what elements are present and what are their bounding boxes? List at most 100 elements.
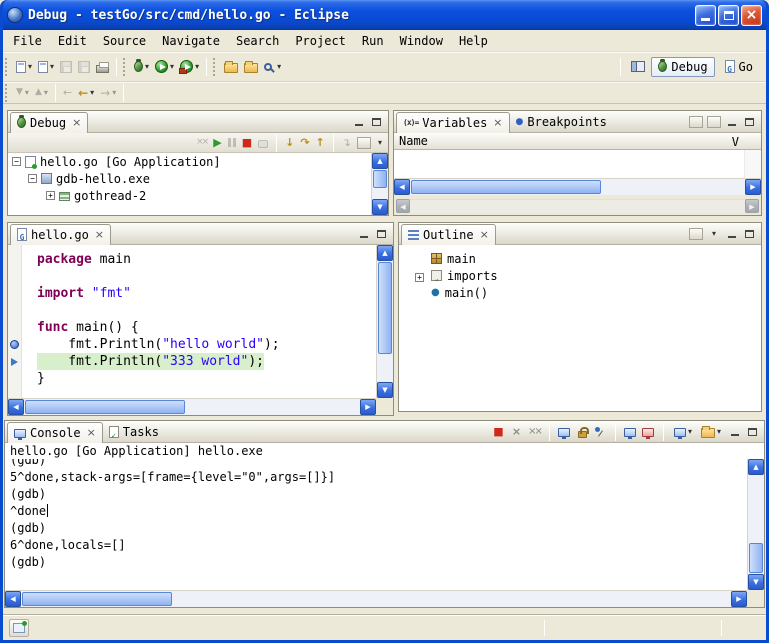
scrollbar-thumb[interactable]: [373, 170, 387, 188]
tab-outline[interactable]: Outline ×: [401, 224, 496, 245]
minimize-button[interactable]: [695, 5, 716, 26]
remove-all-terminated-button[interactable]: ××: [527, 424, 542, 439]
scroll-down-button[interactable]: ▼: [377, 382, 393, 398]
scroll-left-button[interactable]: ◀: [8, 399, 24, 415]
debug-tree-item-thread[interactable]: + gothread-2: [8, 187, 388, 204]
scroll-right-button[interactable]: ▶: [731, 591, 747, 607]
collapse-expander-icon[interactable]: −: [12, 157, 21, 166]
titlebar[interactable]: Debug - testGo/src/cmd/hello.go - Eclips…: [3, 0, 766, 30]
minimize-view-button[interactable]: [724, 114, 739, 129]
new-go-element-button[interactable]: ▾: [35, 56, 57, 78]
search-button[interactable]: ▾: [261, 56, 284, 78]
run-launch-button[interactable]: ▾: [152, 56, 177, 78]
debug-tree-item-launch[interactable]: − hello.go [Go Application]: [8, 153, 388, 170]
close-tab-icon[interactable]: ×: [493, 116, 502, 129]
variables-column-header[interactable]: Name V: [394, 133, 761, 150]
new-wizard-button[interactable]: ▾: [13, 56, 35, 78]
forward-button[interactable]: →▾: [97, 82, 119, 104]
scroll-right-button[interactable]: ▶: [745, 199, 759, 213]
remove-launch-button[interactable]: ×: [509, 424, 524, 439]
outline-item-main-func[interactable]: ● main(): [413, 284, 761, 301]
close-tab-icon[interactable]: ×: [72, 116, 81, 129]
toolbar-drag-handle[interactable]: [5, 58, 9, 76]
close-tab-icon[interactable]: ×: [95, 228, 104, 241]
minimize-view-button[interactable]: [351, 114, 366, 129]
tab-console[interactable]: Console ×: [7, 422, 103, 443]
clear-console-button[interactable]: [557, 424, 572, 439]
menu-window[interactable]: Window: [392, 32, 451, 50]
collapse-expander-icon[interactable]: +: [46, 191, 55, 200]
close-tab-icon[interactable]: ×: [480, 228, 489, 241]
menu-help[interactable]: Help: [451, 32, 496, 50]
external-tools-button[interactable]: ▾: [177, 56, 202, 78]
collapse-all-button[interactable]: [706, 114, 721, 129]
scroll-down-button[interactable]: ▼: [748, 574, 764, 590]
scroll-left-button[interactable]: ◀: [5, 591, 21, 607]
open-folder-button[interactable]: [221, 56, 241, 78]
minimize-view-button[interactable]: [727, 424, 742, 439]
scroll-up-button[interactable]: ▲: [372, 153, 388, 169]
disabled-scrollbar[interactable]: ◀ ▶: [396, 199, 759, 213]
view-menu-button[interactable]: ▾: [375, 134, 384, 152]
editor-body[interactable]: package main import "fmt" func main() { …: [8, 245, 393, 415]
fast-view-button[interactable]: [9, 619, 29, 637]
resume-button[interactable]: ▶: [211, 134, 223, 152]
scrollbar-thumb[interactable]: [411, 180, 601, 194]
toolbar-drag-handle[interactable]: [213, 58, 217, 76]
minimize-view-button[interactable]: [356, 226, 371, 241]
editor-marker-gutter[interactable]: [8, 245, 22, 398]
menu-project[interactable]: Project: [287, 32, 354, 50]
scroll-left-button[interactable]: ◀: [396, 199, 410, 213]
use-step-filters-button[interactable]: [355, 134, 373, 152]
maximize-view-button[interactable]: [742, 226, 757, 241]
menu-search[interactable]: Search: [228, 32, 287, 50]
variables-vertical-scrollbar[interactable]: [744, 150, 761, 178]
scroll-up-button[interactable]: ▲: [748, 459, 764, 475]
view-menu-button[interactable]: ▾: [706, 226, 721, 241]
tab-hello-go[interactable]: G hello.go ×: [10, 224, 111, 245]
scrollbar-thumb[interactable]: [22, 592, 172, 606]
terminate-button[interactable]: ■: [491, 424, 506, 439]
tab-debug[interactable]: Debug ×: [10, 112, 88, 133]
debug-tree-item-process[interactable]: − gdb-hello.exe: [8, 170, 388, 187]
code-line[interactable]: [37, 302, 376, 319]
print-button[interactable]: [93, 56, 112, 78]
scrollbar-thumb[interactable]: [749, 543, 763, 573]
tab-variables[interactable]: (x)= Variables ×: [396, 112, 510, 133]
variables-table-body[interactable]: [394, 150, 761, 178]
console-output[interactable]: (gdb) 5^done,stack-args=[frame={level="0…: [5, 459, 747, 590]
open-perspective-button[interactable]: [628, 56, 648, 78]
toolbar-drag-handle[interactable]: [5, 84, 9, 102]
step-over-button[interactable]: ↷: [298, 134, 311, 152]
maximize-view-button[interactable]: [742, 114, 757, 129]
show-stdout-button[interactable]: [623, 424, 638, 439]
collapse-all-button[interactable]: [688, 226, 703, 241]
drop-to-frame-button[interactable]: ↴: [340, 134, 353, 152]
open-console-button[interactable]: ▾: [698, 421, 724, 443]
close-button[interactable]: ×: [741, 5, 762, 26]
last-edit-location-button[interactable]: ←: [60, 82, 75, 104]
minimize-view-button[interactable]: [724, 226, 739, 241]
outline-tree[interactable]: main + → imports ● main(): [399, 245, 761, 411]
scroll-left-button[interactable]: ◀: [394, 179, 410, 195]
save-all-button[interactable]: [75, 56, 93, 78]
suspend-button[interactable]: [226, 134, 238, 152]
step-return-button[interactable]: ↑: [314, 134, 327, 152]
current-debug-line[interactable]: fmt.Println("333 world");: [37, 353, 376, 370]
disconnect-button[interactable]: [256, 134, 270, 152]
scroll-down-button[interactable]: ▼: [372, 199, 388, 215]
console-vertical-scrollbar[interactable]: ▲ ▼: [747, 459, 764, 590]
code-line[interactable]: [37, 268, 376, 285]
step-into-button[interactable]: ↓: [283, 134, 296, 152]
variables-horizontal-scrollbar[interactable]: ◀ ▶: [394, 178, 761, 195]
open-file-button[interactable]: [241, 56, 261, 78]
scrollbar-thumb[interactable]: [25, 400, 185, 414]
perspective-go-button[interactable]: G Go: [718, 57, 760, 77]
terminate-button[interactable]: ■: [240, 134, 254, 152]
scroll-right-button[interactable]: ▶: [360, 399, 376, 415]
menu-edit[interactable]: Edit: [50, 32, 95, 50]
menu-run[interactable]: Run: [354, 32, 392, 50]
code-line[interactable]: }: [37, 370, 376, 387]
code-area[interactable]: package main import "fmt" func main() { …: [23, 245, 376, 398]
scrollbar-thumb[interactable]: [378, 262, 392, 354]
